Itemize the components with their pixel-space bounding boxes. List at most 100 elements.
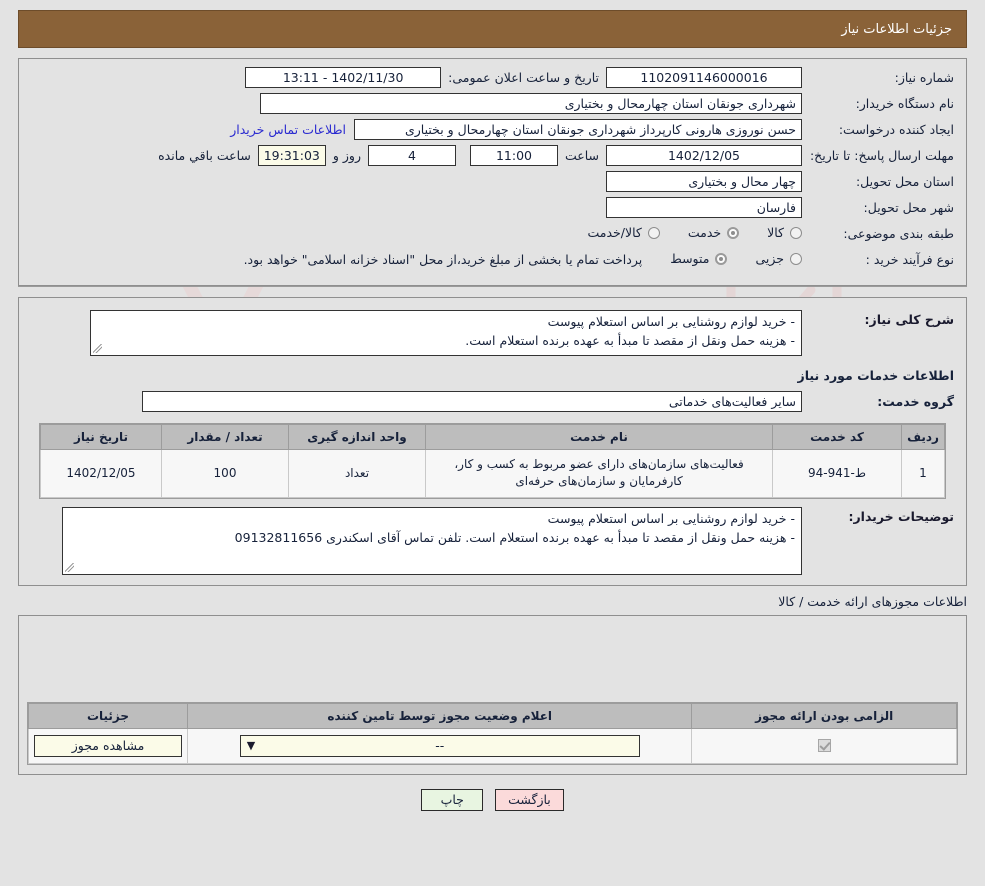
table-row: 1 ط-941-94 فعالیت‌های سازمان‌های دارای ع… [40,449,945,498]
need-number-field[interactable]: 1102091146000016 [606,67,802,88]
requester-row: ایجاد کننده درخواست: حسن نوروزی هارونی ک… [31,119,954,141]
announce-datetime-label: تاریخ و ساعت اعلان عمومی: [448,70,599,85]
col-unit: واحد اندازه گیری [288,424,426,450]
buyer-notes-row: توضیحات خریدار: - خرید لوازم روشنایی بر … [31,506,954,575]
buyer-notes-textarea[interactable]: - خرید لوازم روشنایی بر اساس استعلام پیو… [62,506,802,575]
buyer-notes-label: توضیحات خریدار: [848,508,954,524]
radio-icon-kala-khedmat[interactable] [647,226,660,239]
purchase-process-label: نوع فرآیند خرید : [865,252,954,267]
details-panel: شرح کلی نیاز: - خرید لوازم روشنایی بر اس… [18,297,967,586]
permits-table-header-row: الزامی بودن ارائه مجوز اعلام وضعیت مجوز … [27,702,957,729]
purchase-process-row: نوع فرآیند خرید : جزیی متوسط پرداخت تمام… [31,249,954,271]
summary-textarea[interactable]: - خرید لوازم روشنایی بر اساس استعلام پیو… [90,310,802,356]
col-code: کد خدمت [772,424,902,450]
permits-spacer [27,624,958,702]
cell-permit-details: مشاهده مجوز [27,727,189,764]
cell-row: 1 [901,449,945,498]
permits-table: الزامی بودن ارائه مجوز اعلام وضعیت مجوز … [27,702,957,764]
radio-option-jozii[interactable]: جزیی [755,251,802,266]
subject-category-radio-group: کالا خدمت کالا/خدمت [559,223,802,240]
radio-icon-kala[interactable] [790,226,802,239]
page-root: جزئیات اطلاعات نیاز شماره نیاز: 11020911… [0,0,985,821]
print-button[interactable]: چاپ [421,788,484,811]
deadline-time-field[interactable]: 11:00 [469,145,558,166]
radio-label-motavaset: متوسط [670,251,710,266]
radio-option-kala[interactable]: کالا [767,225,802,240]
col-permit-status: اعلام وضعیت مجوز توسط تامین کننده [187,702,693,729]
requester-field[interactable]: حسن نوروزی هارونی کارپرداز شهرداری جونقا… [354,119,802,140]
need-number-label: شماره نیاز: [894,70,954,85]
radio-icon-jozii[interactable] [790,252,802,265]
back-button[interactable]: بازگشت [495,788,564,811]
permits-panel: الزامی بودن ارائه مجوز اعلام وضعیت مجوز … [18,614,967,775]
hour-label: ساعت [564,148,599,163]
footer-actions: بازگشت چاپ [18,775,967,821]
summary-row: شرح کلی نیاز: - خرید لوازم روشنایی بر اس… [31,310,954,356]
hours-remaining-label: ساعت باقي مانده [158,148,251,163]
service-group-label: گروه خدمت: [877,394,954,409]
radio-option-kala-khedmat[interactable]: کالا/خدمت [587,225,660,240]
radio-label-khedmat: خدمت [687,225,722,240]
radio-option-khedmat[interactable]: خدمت [687,225,740,240]
need-info-panel: شماره نیاز: 1102091146000016 تاریخ و ساع… [18,58,967,286]
divider-top [18,286,967,287]
delivery-city-label: شهر محل تحویل: [863,200,954,215]
buyer-org-label: نام دستگاه خریدار: [855,96,954,111]
buyer-org-field[interactable]: شهرداری جونقان استان چهارمحال و بختیاری [260,93,802,114]
page-title: جزئیات اطلاعات نیاز [18,10,967,48]
col-permit-required: الزامی بودن ارائه مجوز [691,702,957,729]
cell-code: ط-941-94 [772,449,902,498]
subject-category-label: طبقه بندی موضوعی: [843,226,954,241]
cell-need-date: 1402/12/05 [40,449,162,498]
cell-permit-required [691,727,957,764]
permits-section-title: اطلاعات مجوزهای ارائه خدمت / کالا [778,593,967,609]
purchase-process-radio-group: جزیی متوسط [642,249,802,266]
service-group-row: گروه خدمت: سایر فعالیت‌های خدماتی [31,391,954,413]
need-number-row: شماره نیاز: 1102091146000016 تاریخ و ساع… [31,67,954,89]
cell-permit-status: ▼ -- [187,727,693,764]
radio-icon-khedmat[interactable] [727,226,740,239]
announce-datetime-field[interactable]: 1402/11/30 - 13:11 [245,67,442,88]
payment-note: پرداخت تمام یا بخشی از مبلغ خرید،از محل … [243,252,643,267]
col-permit-details: جزئیات [27,702,189,729]
service-group-field[interactable]: سایر فعالیت‌های خدماتی [142,391,802,412]
services-table: ردیف کد خدمت نام خدمت واحد اندازه گیری ت… [40,424,945,498]
subject-category-row: طبقه بندی موضوعی: کالا خدمت کالا/خدمت [31,223,954,245]
requester-label: ایجاد کننده درخواست: [838,122,954,137]
permit-status-value: -- [435,737,445,753]
cell-name: فعالیت‌های سازمان‌های دارای عضو مربوط به… [425,449,773,498]
deadline-label: مهلت ارسال پاسخ: تا تاریخ: [809,148,954,163]
col-row: ردیف [901,424,945,450]
services-table-header-row: ردیف کد خدمت نام خدمت واحد اندازه گیری ت… [40,424,945,450]
delivery-province-field[interactable]: چهار محال و بختیاری [606,171,802,192]
days-remaining-field[interactable]: 4 [367,145,456,166]
col-need-date: تاریخ نیاز [40,424,162,450]
radio-label-jozii: جزیی [755,251,784,266]
buyer-contact-link[interactable]: اطلاعات تماس خریدار [222,119,354,137]
delivery-province-row: استان محل تحویل: چهار محال و بختیاری [31,171,954,193]
permit-required-checkbox [817,739,831,753]
day-and-label: روز و [332,148,361,163]
services-section-title: اطلاعات خدمات مورد نیاز [797,368,955,383]
cell-unit: تعداد [288,449,426,498]
cell-quantity: 100 [161,449,289,498]
table-row: ▼ -- مشاهده مجوز [27,727,957,764]
buyer-org-row: نام دستگاه خریدار: شهرداری جونقان استان … [31,93,954,115]
radio-option-motavaset[interactable]: متوسط [670,251,728,266]
radio-icon-motavaset[interactable] [715,252,728,265]
chevron-down-icon: ▼ [246,738,256,752]
col-name: نام خدمت [425,424,773,450]
services-table-wrap: ردیف کد خدمت نام خدمت واحد اندازه گیری ت… [39,423,946,499]
view-permit-button[interactable]: مشاهده مجوز [34,734,183,757]
deadline-date-field[interactable]: 1402/12/05 [606,145,802,166]
deadline-row: مهلت ارسال پاسخ: تا تاریخ: 1402/12/05 سا… [31,145,954,167]
summary-label: شرح کلی نیاز: [864,312,954,327]
col-quantity: تعداد / مقدار [161,424,289,450]
permit-status-select[interactable]: ▼ -- [239,734,640,757]
radio-label-kala-khedmat: کالا/خدمت [587,225,642,240]
delivery-city-field[interactable]: فارسان [606,197,802,218]
radio-label-kala: کالا [767,225,784,240]
countdown-field: 19:31:03 [257,145,326,166]
delivery-city-row: شهر محل تحویل: فارسان [31,197,954,219]
permits-table-wrap: الزامی بودن ارائه مجوز اعلام وضعیت مجوز … [27,701,958,765]
